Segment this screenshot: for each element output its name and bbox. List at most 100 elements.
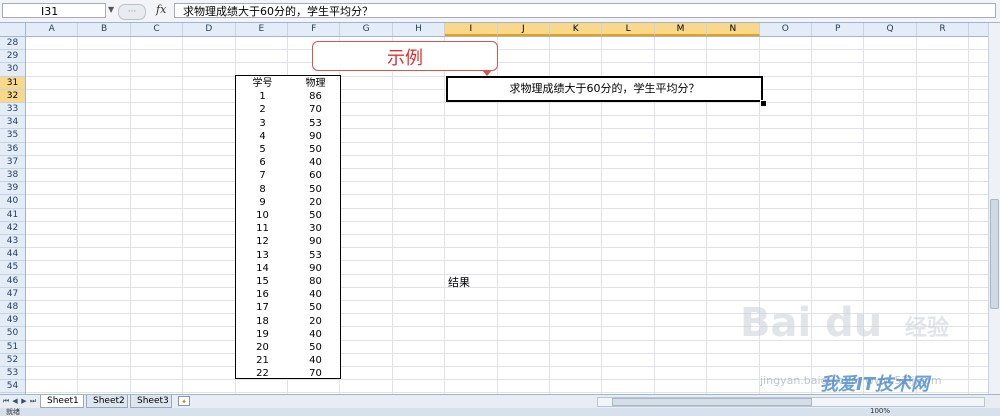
sheet-tab-sheet2[interactable]: Sheet2 (86, 395, 128, 408)
table-cell[interactable]: 14 (236, 262, 289, 275)
row-header-36[interactable]: 36 (0, 143, 25, 156)
row-header-43[interactable]: 43 (0, 235, 25, 249)
table-cell[interactable]: 70 (289, 367, 342, 380)
result-label[interactable]: 结果 (448, 274, 470, 290)
column-header-q[interactable]: Q (864, 23, 917, 36)
name-box-dropdown-icon[interactable]: ▼ (108, 5, 114, 14)
column-header-b[interactable]: B (78, 23, 131, 36)
zoom-level[interactable]: 100% (870, 407, 890, 415)
question-cell[interactable]: 求物理成绩大于60分的，学生平均分？ (446, 76, 763, 102)
table-cell[interactable]: 13 (236, 249, 289, 262)
table-cell[interactable]: 16 (236, 288, 289, 301)
table-cell[interactable]: 53 (289, 117, 342, 130)
table-cell[interactable]: 50 (289, 209, 342, 222)
last-sheet-icon[interactable]: ⏭ (29, 396, 37, 407)
vertical-scroll-thumb[interactable] (990, 199, 999, 309)
table-cell[interactable]: 6 (236, 156, 289, 169)
table-cell[interactable]: 8 (236, 183, 289, 196)
table-cell[interactable]: 10 (236, 209, 289, 222)
table-cell[interactable]: 86 (289, 90, 342, 103)
formula-input[interactable]: 求物理成绩大于60分的，学生平均分？ (174, 3, 996, 18)
table-cell[interactable]: 5 (236, 143, 289, 156)
row-header-37[interactable]: 37 (0, 156, 25, 169)
row-header-42[interactable]: 42 (0, 222, 25, 235)
row-header-46[interactable]: 46 (0, 275, 25, 288)
row-header-47[interactable]: 47 (0, 288, 25, 301)
column-header-k[interactable]: K (550, 23, 603, 36)
vertical-scrollbar[interactable] (988, 23, 1000, 394)
table-cell[interactable]: 50 (289, 341, 342, 354)
first-sheet-icon[interactable]: ⏮ (2, 396, 10, 407)
row-header-34[interactable]: 34 (0, 116, 25, 130)
table-cell[interactable]: 18 (236, 315, 289, 328)
row-header-54[interactable]: 54 (0, 380, 25, 394)
table-cell[interactable]: 40 (289, 288, 342, 301)
column-header-m[interactable]: M (654, 23, 708, 36)
column-header-d[interactable]: D (183, 23, 236, 36)
formula-bar-splitter[interactable]: ··· (118, 4, 146, 20)
table-header-cell[interactable]: 物理 (289, 77, 342, 90)
select-all-corner[interactable] (0, 23, 26, 37)
insert-sheet-icon[interactable]: ✦ (178, 396, 190, 406)
row-header-32[interactable]: 32 (0, 89, 25, 103)
table-cell[interactable]: 40 (289, 328, 342, 341)
prev-sheet-icon[interactable]: ◀ (11, 396, 19, 407)
column-header-l[interactable]: L (602, 23, 655, 36)
row-header-38[interactable]: 38 (0, 169, 25, 183)
name-box[interactable]: I31 (2, 3, 106, 18)
table-cell[interactable]: 90 (289, 235, 342, 248)
table-cell[interactable]: 50 (289, 183, 342, 196)
column-header-f[interactable]: F (288, 23, 341, 36)
column-header-e[interactable]: E (236, 23, 288, 36)
table-cell[interactable]: 2 (236, 103, 289, 116)
row-header-44[interactable]: 44 (0, 248, 25, 262)
row-header-52[interactable]: 52 (0, 354, 25, 367)
table-cell[interactable]: 7 (236, 169, 289, 182)
column-header-i[interactable]: I (445, 23, 498, 36)
table-cell[interactable]: 19 (236, 328, 289, 341)
column-header-n[interactable]: N (707, 23, 760, 36)
table-cell[interactable]: 12 (236, 235, 289, 248)
row-header-49[interactable]: 49 (0, 314, 25, 328)
column-header-r[interactable]: R (917, 23, 970, 36)
fill-handle[interactable] (760, 100, 767, 107)
table-cell[interactable]: 17 (236, 301, 289, 314)
table-cell[interactable]: 3 (236, 117, 289, 130)
row-header-35[interactable]: 35 (0, 129, 25, 143)
column-header-p[interactable]: P (812, 23, 865, 36)
table-cell[interactable]: 70 (289, 103, 342, 116)
table-cell[interactable]: 80 (289, 275, 342, 288)
column-header-o[interactable]: O (760, 23, 812, 36)
table-cell[interactable]: 20 (289, 315, 342, 328)
row-header-28[interactable]: 28 (0, 37, 25, 51)
horizontal-scrollbar[interactable] (597, 397, 985, 407)
table-cell[interactable]: 11 (236, 222, 289, 235)
column-header-g[interactable]: G (340, 23, 393, 36)
insert-function-icon[interactable]: fx (156, 3, 166, 16)
next-sheet-icon[interactable]: ▶ (20, 396, 28, 407)
sheet-tab-sheet3[interactable]: Sheet3 (130, 395, 172, 408)
horizontal-scroll-thumb[interactable] (612, 398, 812, 406)
data-table[interactable]: 学号 物理 1 86 2 70 3 53 4 90 5 50 6 40 7 60 8 50 9 20 10 50 11 30 1… (235, 75, 341, 379)
table-cell[interactable]: 30 (289, 222, 342, 235)
table-cell[interactable]: 50 (289, 301, 342, 314)
row-header-30[interactable]: 30 (0, 63, 25, 77)
table-cell[interactable]: 21 (236, 354, 289, 367)
column-header-a[interactable]: A (26, 23, 79, 36)
sheet-tab-sheet1[interactable]: Sheet1 (40, 395, 84, 408)
column-header-h[interactable]: H (393, 23, 446, 36)
row-header-39[interactable]: 39 (0, 182, 25, 196)
table-cell[interactable]: 53 (289, 249, 342, 262)
table-cell[interactable]: 60 (289, 169, 342, 182)
table-cell[interactable]: 90 (289, 130, 342, 143)
row-header-33[interactable]: 33 (0, 103, 25, 117)
table-cell[interactable]: 40 (289, 354, 342, 367)
table-cell[interactable]: 90 (289, 262, 342, 275)
row-header-53[interactable]: 53 (0, 367, 25, 381)
column-header-c[interactable]: C (131, 23, 184, 36)
table-cell[interactable]: 20 (289, 196, 342, 209)
row-header-51[interactable]: 51 (0, 341, 25, 354)
table-cell[interactable]: 20 (236, 341, 289, 354)
table-cell[interactable]: 40 (289, 156, 342, 169)
row-header-48[interactable]: 48 (0, 301, 25, 315)
